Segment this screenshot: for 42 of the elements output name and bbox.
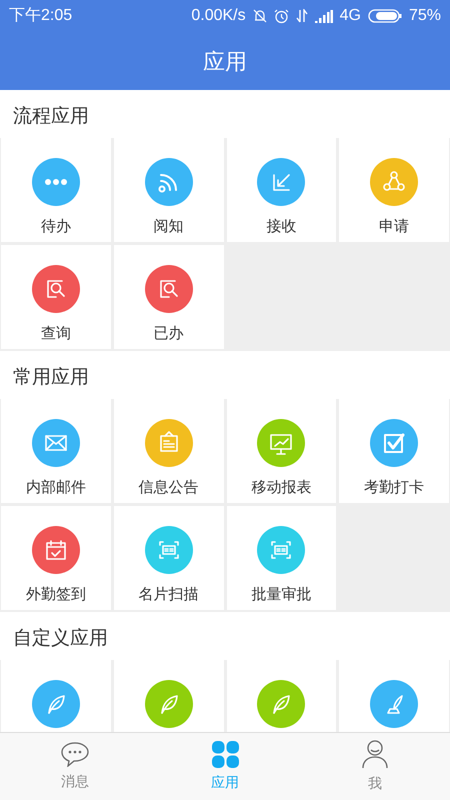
section-title: 自定义应用	[13, 626, 108, 651]
app-tile[interactable]: 阅知	[114, 138, 224, 242]
section-title: 流程应用	[13, 104, 89, 129]
app-label: 信息公告	[138, 478, 199, 498]
app-label: 内部邮件	[26, 478, 86, 498]
app-tile[interactable]: 待办	[1, 138, 111, 242]
grid-icon	[212, 740, 238, 768]
app-label: 已办	[154, 324, 184, 344]
app-tile[interactable]: 内部邮件	[1, 399, 111, 503]
app-label: 接收	[266, 217, 296, 237]
battery-icon	[368, 9, 402, 23]
signal-icon	[314, 10, 333, 22]
person-icon	[362, 739, 388, 769]
chat-icon	[60, 741, 90, 767]
app-label: 名片扫描	[138, 585, 199, 605]
app-label: 批量审批	[251, 585, 312, 605]
app-tile[interactable]: 名片扫描	[114, 506, 224, 610]
app-label: 查询	[40, 324, 71, 344]
app-tile[interactable]: 申请	[339, 138, 449, 242]
data-arrows-icon	[296, 9, 308, 23]
app-tile[interactable]: 考勤打卡	[339, 399, 449, 503]
app-tile[interactable]: 外勤签到	[1, 506, 111, 610]
app-label: 考勤打卡	[364, 478, 424, 498]
app-tile[interactable]: 接收	[226, 138, 336, 242]
app-label: 阅知	[154, 217, 184, 237]
status-time: 下午2:05	[9, 6, 72, 26]
page-title: 应用	[203, 48, 247, 76]
section-title: 常用应用	[13, 366, 89, 390]
app-label: 申请	[379, 217, 410, 237]
app-tile[interactable]: 已办	[114, 245, 224, 349]
battery-percent: 75%	[408, 6, 441, 26]
app-tile[interactable]: 信息公告	[114, 399, 224, 503]
app-label: 移动报表	[251, 478, 312, 498]
alarm-icon	[274, 8, 289, 24]
app-tile[interactable]: 查询	[1, 245, 111, 349]
app-label: 外勤签到	[26, 585, 86, 605]
network-speed: 0.00K/s	[191, 6, 246, 26]
app-label: 待办	[40, 217, 71, 237]
network-type: 4G	[340, 6, 361, 26]
app-tile[interactable]: 移动报表	[226, 399, 336, 503]
bell-off-icon	[252, 9, 267, 23]
app-tile[interactable]: 批量审批	[226, 506, 336, 610]
